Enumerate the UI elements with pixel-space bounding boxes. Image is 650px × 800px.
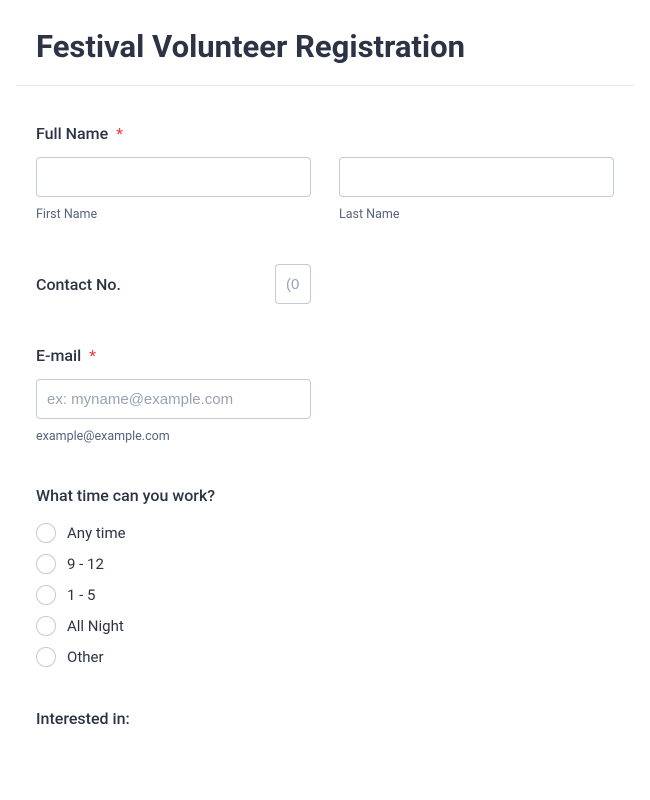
radio-circle-icon[interactable] — [36, 523, 56, 543]
full-name-label: Full Name — [36, 124, 108, 143]
email-input[interactable] — [36, 379, 311, 419]
radio-circle-icon[interactable] — [36, 616, 56, 636]
radio-option[interactable]: All Night — [36, 616, 614, 636]
full-name-group: Full Name * First Name Last Name — [36, 124, 614, 222]
radio-option[interactable]: Any time — [36, 523, 614, 543]
first-name-sublabel: First Name — [36, 207, 311, 222]
contact-group: Contact No. — [36, 264, 614, 304]
radio-option[interactable]: 1 - 5 — [36, 585, 614, 605]
last-name-input[interactable] — [339, 157, 614, 197]
radio-label: Other — [67, 648, 104, 666]
radio-option[interactable]: Other — [36, 647, 614, 667]
required-indicator: * — [89, 346, 96, 365]
interested-label: Interested in: — [36, 709, 130, 728]
interested-group: Interested in: — [36, 709, 614, 742]
radio-option[interactable]: 9 - 12 — [36, 554, 614, 574]
email-group: E-mail * example@example.com — [36, 346, 614, 444]
radio-circle-icon[interactable] — [36, 647, 56, 667]
email-sublabel: example@example.com — [36, 429, 311, 444]
radio-circle-icon[interactable] — [36, 585, 56, 605]
radio-circle-icon[interactable] — [36, 554, 56, 574]
work-time-group: What time can you work? Any time 9 - 12 1 … — [36, 486, 614, 667]
radio-label: All Night — [67, 617, 124, 635]
email-label: E-mail — [36, 346, 81, 365]
contact-label: Contact No. — [36, 275, 263, 294]
radio-label: Any time — [67, 524, 126, 542]
page-title: Festival Volunteer Registration — [8, 0, 642, 85]
contact-input[interactable] — [275, 264, 311, 304]
work-time-label: What time can you work? — [36, 486, 215, 505]
first-name-input[interactable] — [36, 157, 311, 197]
required-indicator: * — [116, 124, 123, 143]
radio-label: 9 - 12 — [67, 555, 104, 573]
radio-label: 1 - 5 — [67, 586, 95, 604]
last-name-sublabel: Last Name — [339, 207, 614, 222]
